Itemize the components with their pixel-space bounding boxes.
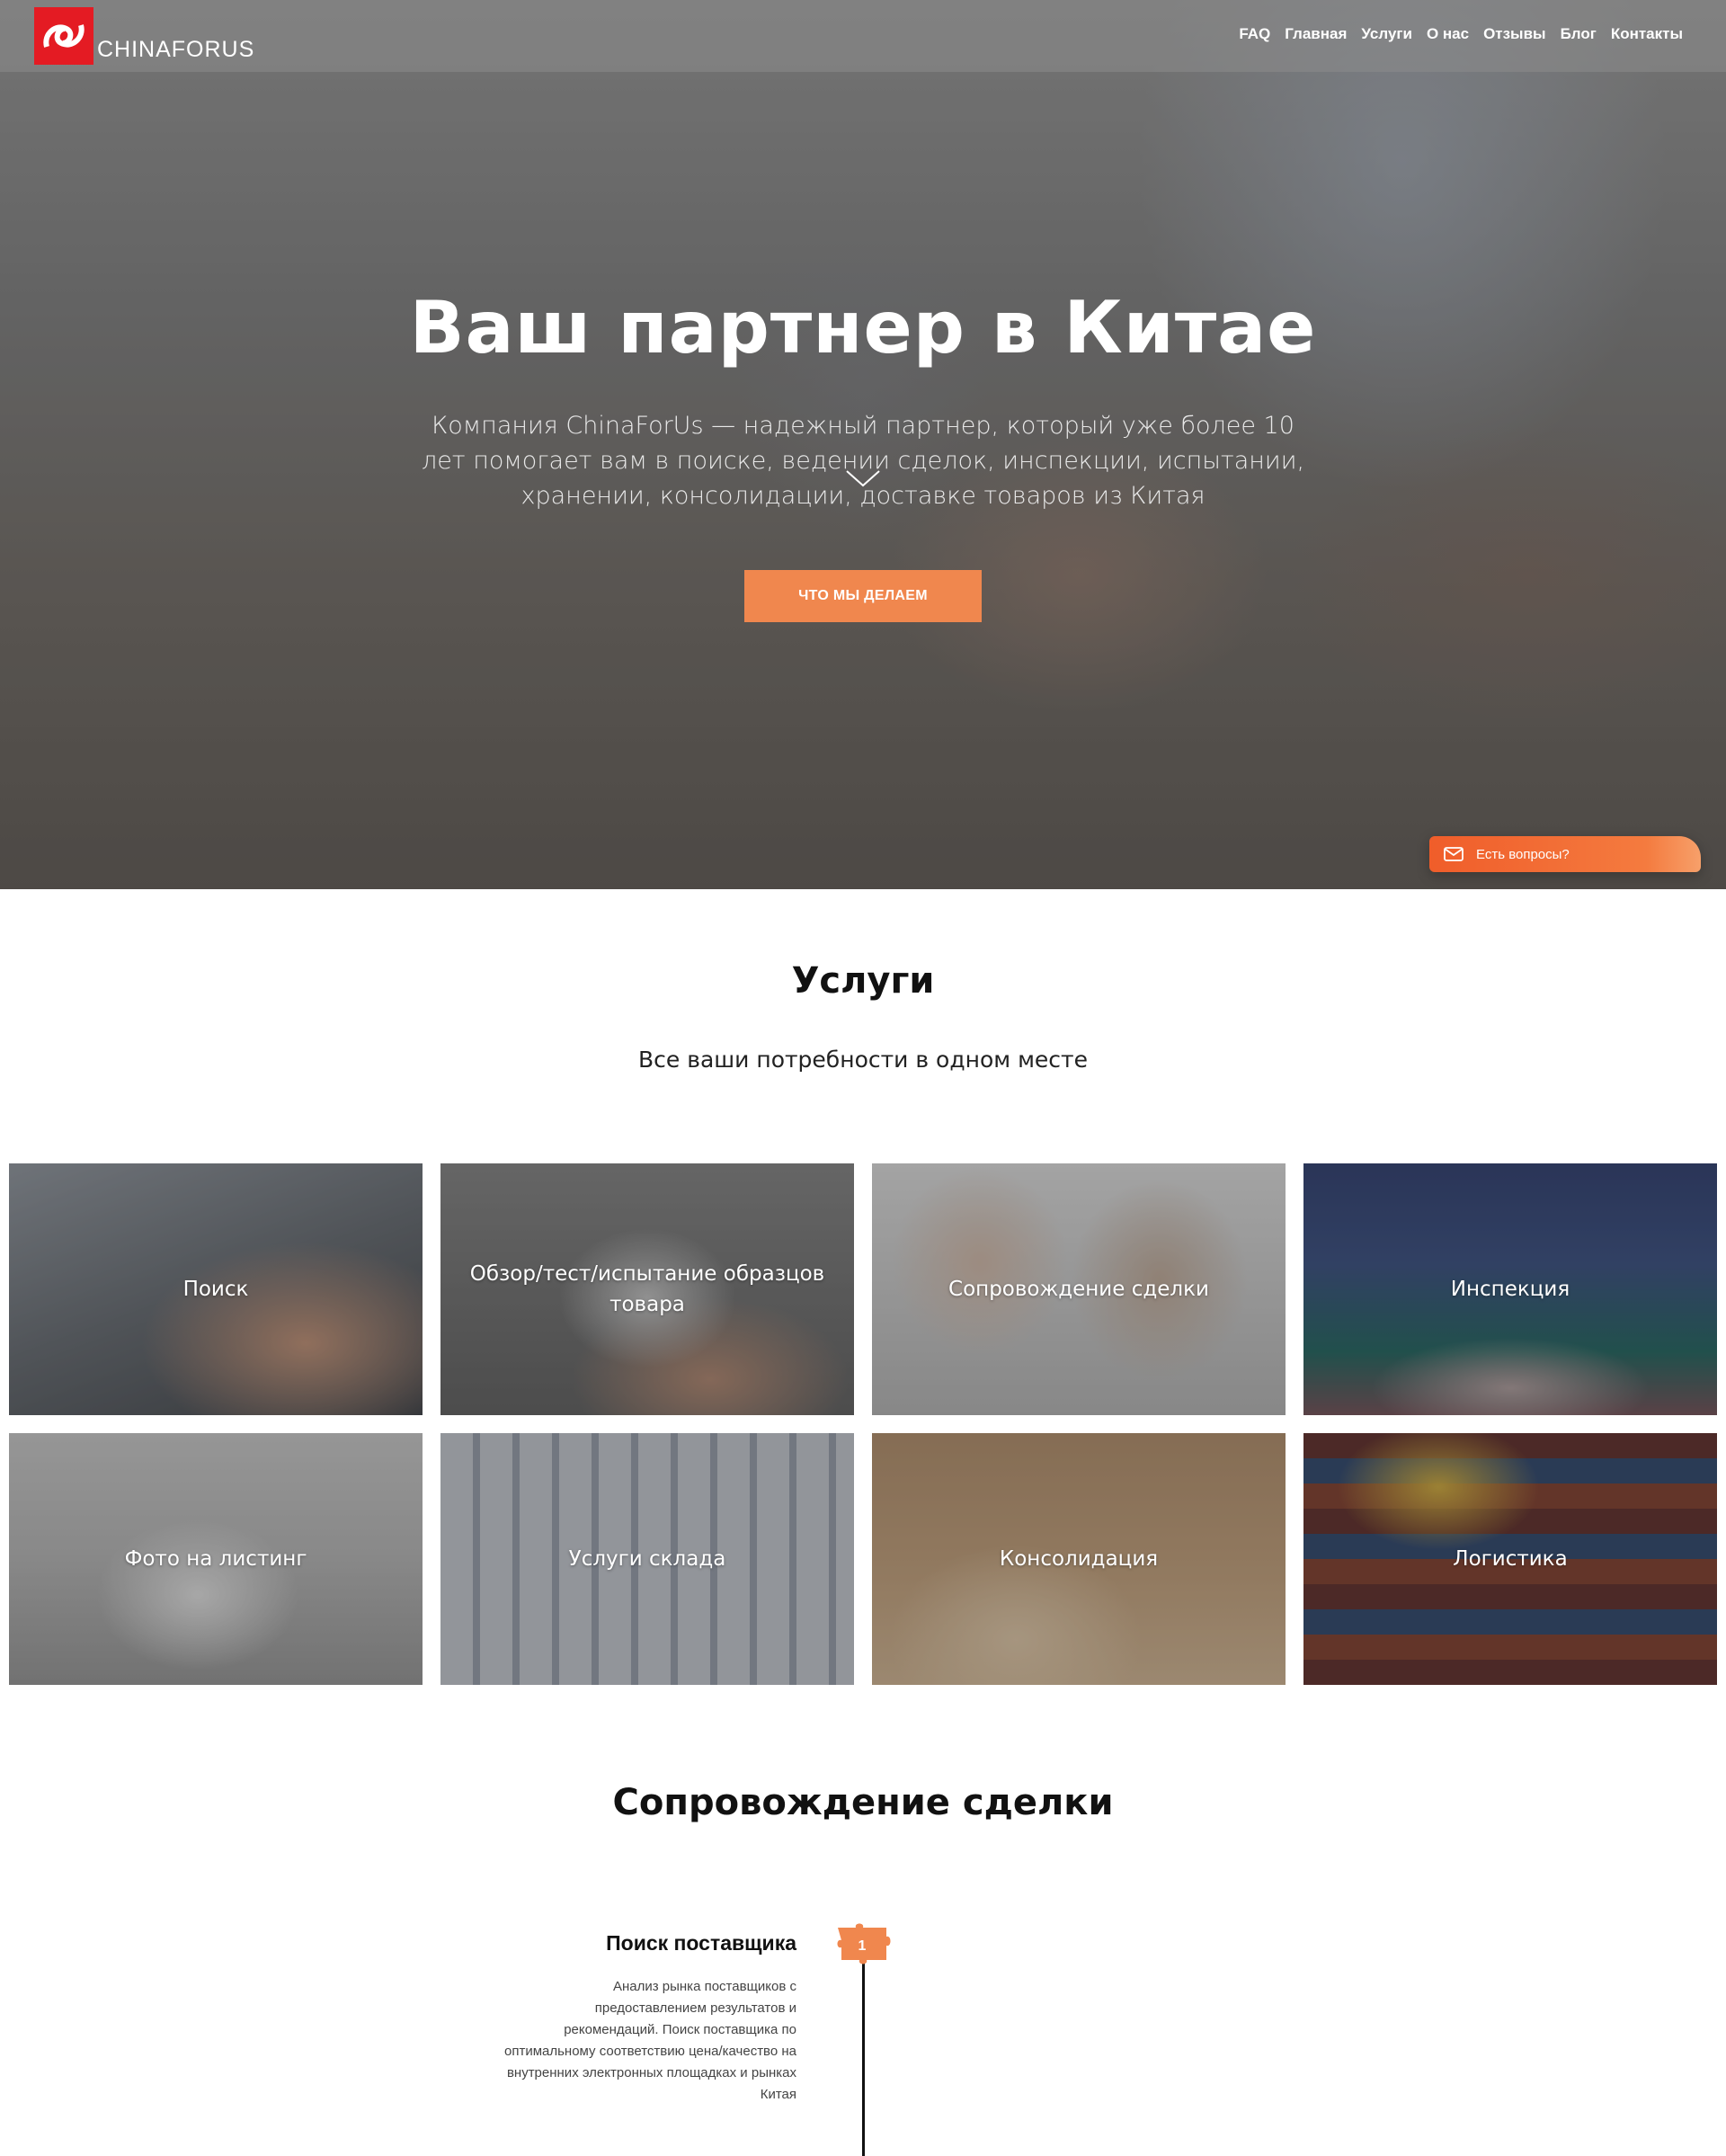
service-tile-warehouse[interactable]: Услуги склада <box>440 1433 854 1685</box>
service-tile-label: Инспекция <box>1450 1278 1570 1301</box>
questions-widget-button[interactable]: Есть вопросы? <box>1429 836 1701 872</box>
support-title: Сопровождение сделки <box>612 1782 1114 1823</box>
nav-contacts[interactable]: Контакты <box>1611 25 1683 43</box>
service-tile-deal-support[interactable]: Сопровождение сделки <box>872 1163 1286 1415</box>
nav-reviews[interactable]: Отзывы <box>1483 25 1546 43</box>
hero-title: Ваш партнер в Китае <box>409 286 1317 370</box>
nav-services[interactable]: Услуги <box>1361 25 1412 43</box>
nav-about[interactable]: О нас <box>1427 25 1469 43</box>
service-tile-consolidation[interactable]: Консолидация <box>872 1433 1286 1685</box>
hero-subtitle: Компания ChinaForUs — надежный партнер, … <box>421 412 1305 510</box>
service-tile-label: Услуги склада <box>568 1547 726 1571</box>
service-tile-label: Консолидация <box>999 1547 1159 1571</box>
nav-blog[interactable]: Блог <box>1561 25 1597 43</box>
service-tile-logistics[interactable]: Логистика <box>1303 1433 1717 1685</box>
service-tile-inspection[interactable]: Инспекция <box>1303 1163 1717 1415</box>
service-tile-label: Сопровождение сделки <box>948 1278 1209 1301</box>
main-nav: FAQ Главная Услуги О нас Отзывы Блог Кон… <box>1239 25 1683 43</box>
step-title: Поиск поставщика <box>606 1931 796 1955</box>
logo-mark-icon <box>34 7 93 65</box>
brand-logo[interactable]: CHINAFORUS <box>34 7 254 65</box>
nav-home[interactable]: Главная <box>1285 25 1347 43</box>
service-tile-label: Обзор/тест/испытание образцов товара <box>469 1262 825 1316</box>
step-number: 1 <box>859 1938 867 1954</box>
questions-widget-label: Есть вопросы? <box>1476 846 1570 862</box>
services-subtitle: Все ваши потребности в одном месте <box>638 1047 1088 1073</box>
service-tile-search[interactable]: Поиск <box>9 1163 423 1415</box>
service-tile-label: Поиск <box>182 1278 249 1301</box>
puzzle-piece-icon: 1 <box>837 1923 891 1964</box>
mail-icon <box>1444 847 1464 861</box>
top-navbar: CHINAFORUS FAQ Главная Услуги О нас Отзы… <box>0 0 1726 72</box>
service-tile-samples[interactable]: Обзор/тест/испытание образцов товара <box>440 1163 854 1415</box>
what-we-do-button[interactable]: ЧТО МЫ ДЕЛАЕМ <box>744 570 982 622</box>
step-description: Анализ рынка поставщиков с предоставлени… <box>503 1979 796 2102</box>
brand-name: CHINAFORUS <box>97 37 255 62</box>
hero-section: CHINAFORUS FAQ Главная Услуги О нас Отзы… <box>0 0 1726 889</box>
service-tile-label: Фото на листинг <box>124 1547 307 1571</box>
service-tile-label: Логистика <box>1453 1547 1568 1571</box>
service-tile-listing-photo[interactable]: Фото на листинг <box>9 1433 423 1685</box>
services-title: Услуги <box>791 960 935 1002</box>
timeline-line <box>862 1960 865 2156</box>
nav-faq[interactable]: FAQ <box>1239 25 1270 43</box>
chevron-down-icon[interactable] <box>845 468 881 489</box>
